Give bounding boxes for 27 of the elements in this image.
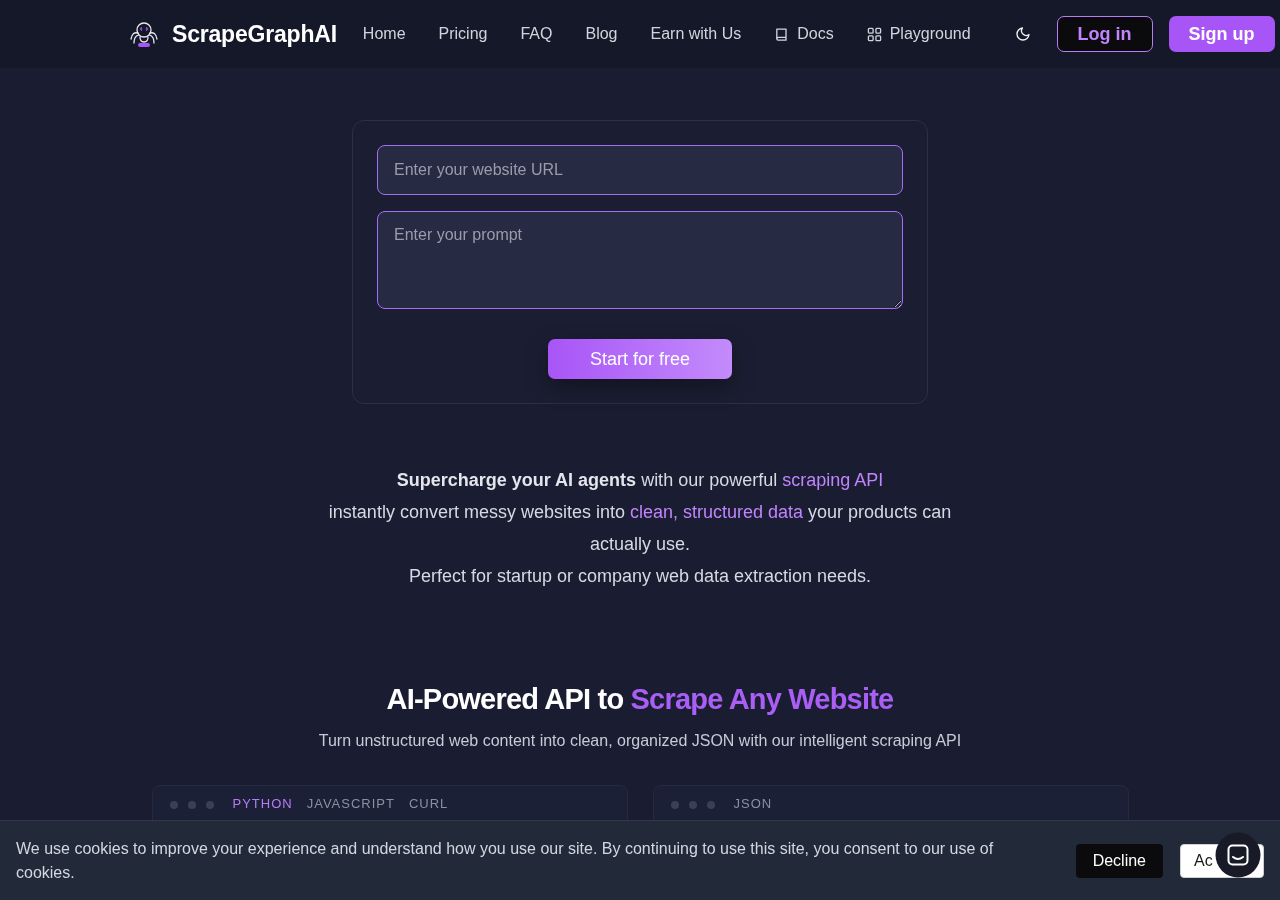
nav-link[interactable]: Playground <box>866 25 971 43</box>
brand-name[interactable]: ScrapeGraphAI <box>172 20 337 48</box>
language-tab[interactable]: PYTHON <box>232 796 293 812</box>
panel-label: JSON <box>733 796 773 812</box>
nav-link[interactable]: Earn with Us <box>650 25 742 43</box>
moon-icon[interactable] <box>1014 26 1031 42</box>
cookie-message: We use cookies to improve your experience and understand how you use our site. By continuing to use this site, you consent to our use of cookies. <box>16 838 995 883</box>
section-subtitle: Turn unstructured web content into clean, organized JSON with our intelligent scraping API <box>318 731 962 751</box>
book-icon <box>774 26 790 42</box>
nav-link[interactable]: FAQ <box>520 25 553 43</box>
login-button[interactable]: Log in <box>1056 16 1153 52</box>
decline-button[interactable]: Decline <box>1075 843 1163 878</box>
nav-link[interactable]: Blog <box>585 25 618 43</box>
window-dots-icon <box>168 800 215 810</box>
prompt-input[interactable]: Enter your prompt <box>377 211 903 309</box>
nav-link[interactable]: Home <box>362 25 406 43</box>
signup-button[interactable]: Sign up <box>1168 16 1275 52</box>
chat-icon[interactable] <box>1215 832 1261 878</box>
nav-link[interactable]: Docs <box>774 25 834 43</box>
language-tab[interactable]: CURL <box>408 796 449 812</box>
nav-link[interactable]: Pricing <box>438 25 488 43</box>
intro-paragraph: Supercharge your AI agents with our powerful scraping API instantly convert messy websites into clean, structured data your products can actually use. Perfect for startup or company web data extraction needs. <box>327 469 953 588</box>
grid-icon <box>866 26 882 42</box>
url-input[interactable]: Enter your website URL <box>377 145 903 195</box>
language-tab[interactable]: JAVASCRIPT <box>306 796 395 812</box>
section-heading: AI-Powered API to Scrape Any Website <box>386 682 894 717</box>
window-dots-icon <box>669 800 716 810</box>
